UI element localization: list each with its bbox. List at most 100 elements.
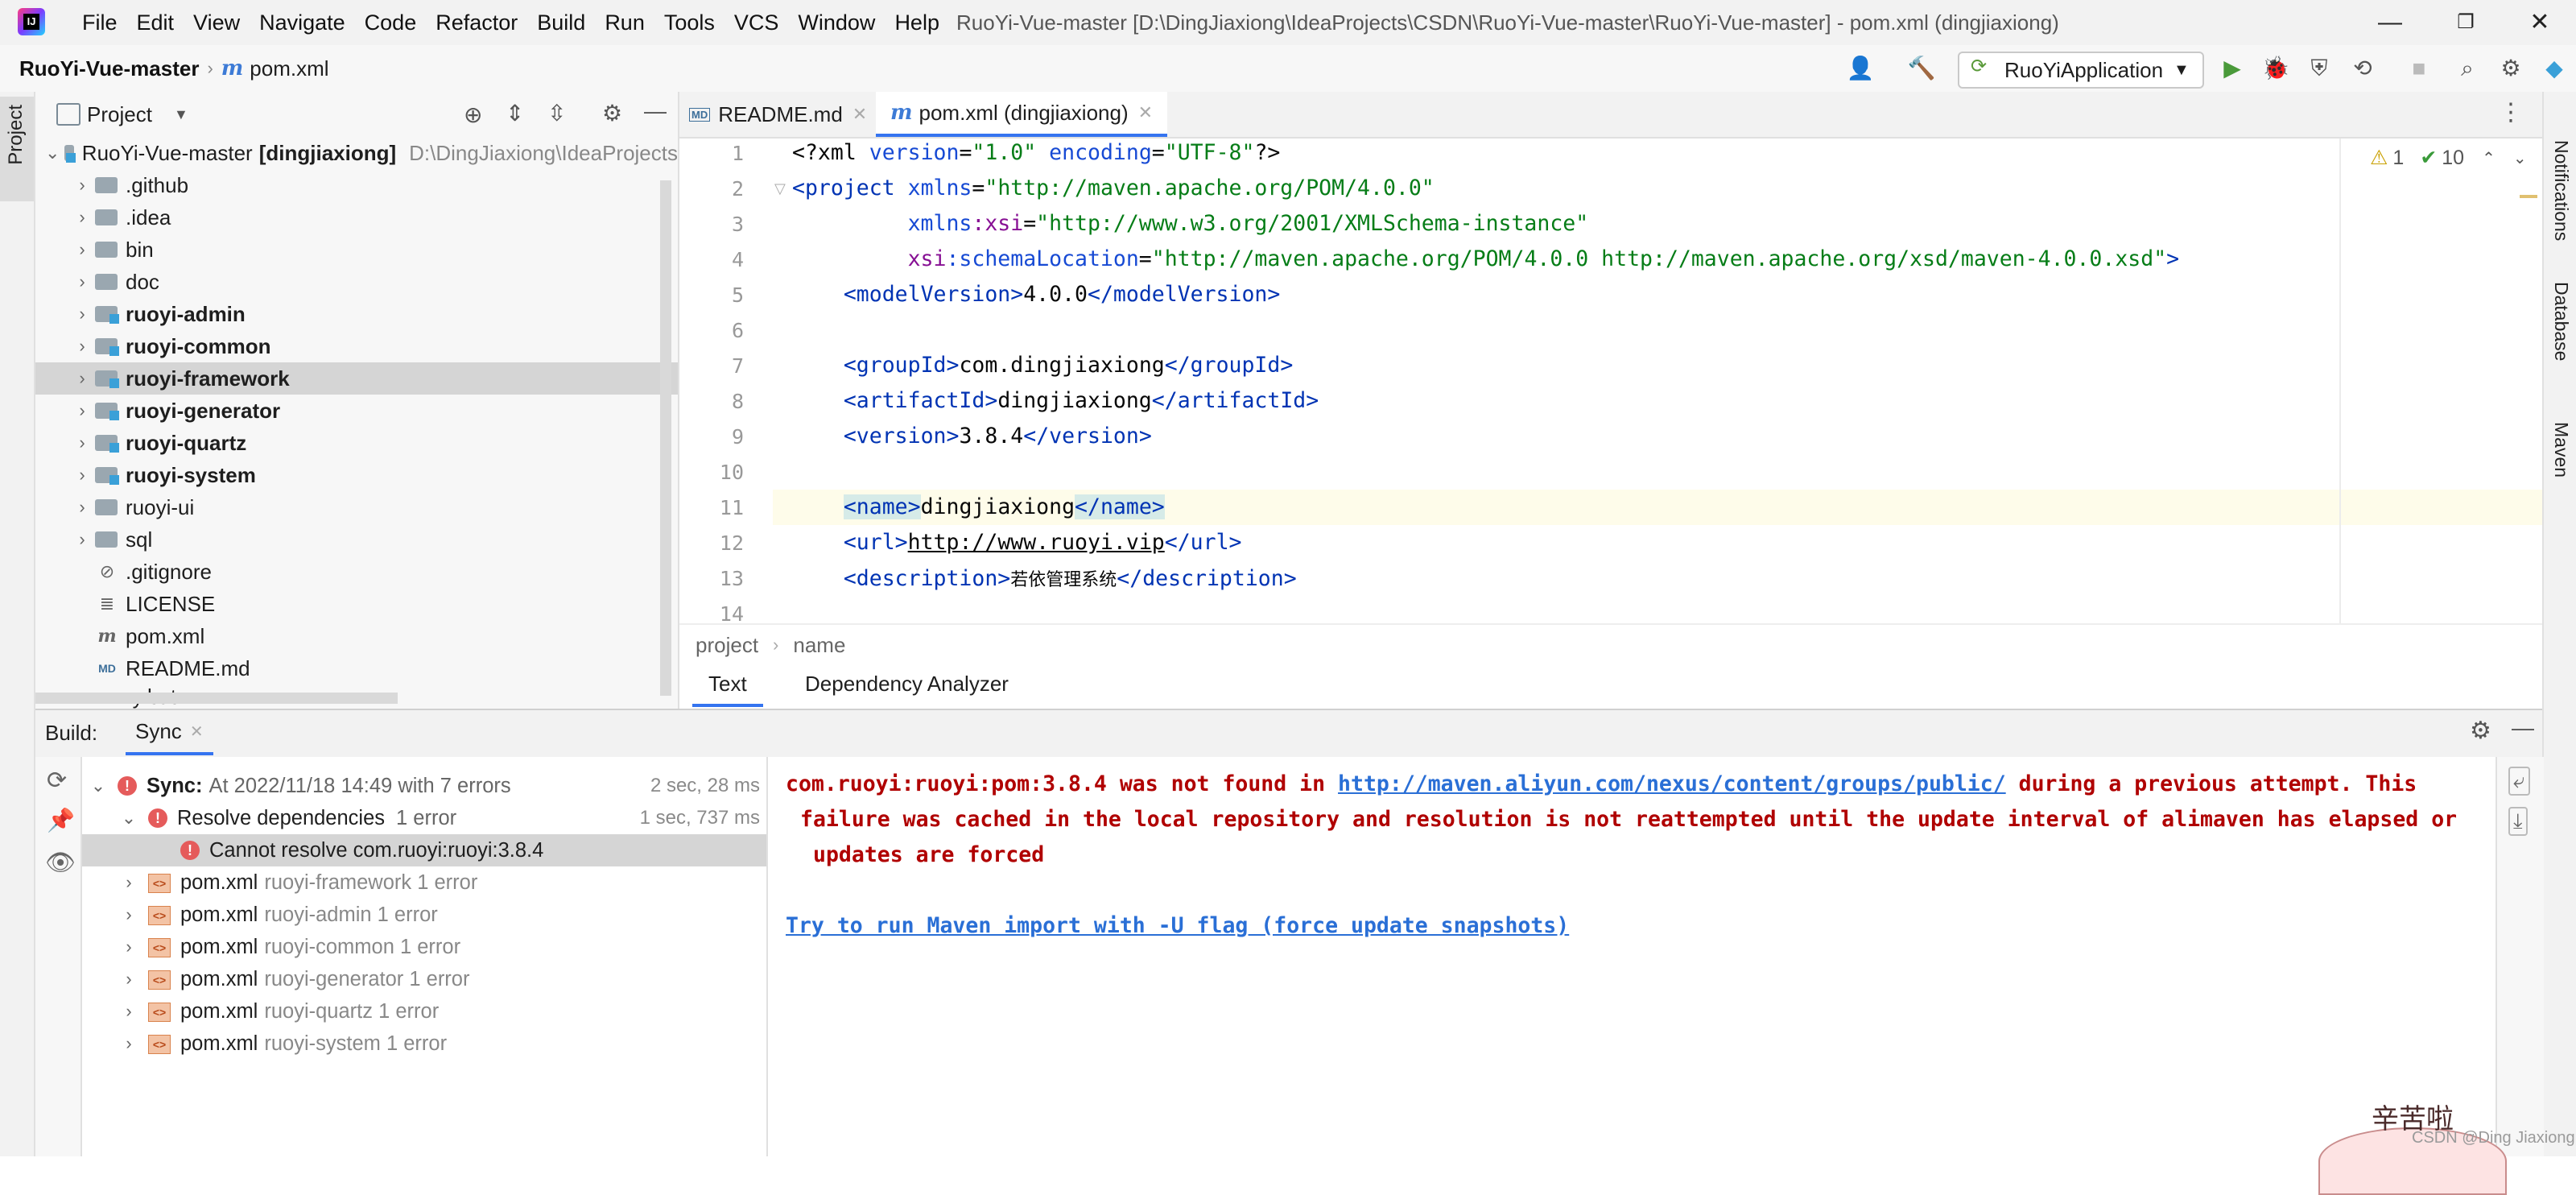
chevron-right-icon[interactable]: › bbox=[74, 304, 90, 325]
chevron-right-icon[interactable]: › bbox=[74, 432, 90, 453]
tree-row-pom-system[interactable]: › <> pom.xml ruoyi-system 1 error bbox=[82, 1028, 766, 1060]
menu-vcs[interactable]: VCS bbox=[724, 0, 789, 45]
tree-item-ruoyi-quartz[interactable]: › ruoyi-quartz bbox=[35, 427, 678, 459]
chevron-down-icon[interactable]: ⌄ bbox=[2513, 148, 2527, 168]
pin-icon[interactable]: 📌 bbox=[47, 807, 75, 833]
profile-icon[interactable]: ⟲ bbox=[2346, 52, 2380, 85]
tree-item-ruoyi-generator[interactable]: › ruoyi-generator bbox=[35, 395, 678, 427]
tree-item-bin[interactable]: › bin bbox=[35, 234, 678, 266]
soft-wrap-icon[interactable]: ⤶ bbox=[2508, 767, 2530, 796]
tab-readme[interactable]: MD README.md ✕ bbox=[689, 92, 867, 137]
tree-item-doc[interactable]: › doc bbox=[35, 266, 678, 298]
tree-row-pom-quartz[interactable]: › <> pom.xml ruoyi-quartz 1 error bbox=[82, 995, 766, 1028]
menu-navigate[interactable]: Navigate bbox=[250, 0, 355, 45]
tree-item-sql[interactable]: › sql bbox=[35, 523, 678, 556]
chevron-right-icon[interactable]: › bbox=[121, 904, 137, 925]
tree-item-readme[interactable]: MD README.md bbox=[35, 652, 678, 684]
chevron-up-icon[interactable]: ⌃ bbox=[2482, 148, 2496, 168]
vertical-scrollbar[interactable] bbox=[660, 180, 671, 696]
coverage-icon[interactable]: ⛨ bbox=[2302, 52, 2336, 85]
chevron-right-icon[interactable]: › bbox=[121, 937, 137, 957]
close-tab-icon[interactable]: ✕ bbox=[852, 104, 867, 125]
tree-row-pom-common[interactable]: › <> pom.xml ruoyi-common 1 error bbox=[82, 931, 766, 963]
chevron-right-icon[interactable]: › bbox=[74, 497, 90, 518]
chevron-right-icon[interactable]: › bbox=[121, 1001, 137, 1022]
menu-run[interactable]: Run bbox=[595, 0, 654, 45]
tree-item-ruoyi-common[interactable]: › ruoyi-common bbox=[35, 330, 678, 362]
settings-gear-icon[interactable]: ⚙ bbox=[2494, 52, 2528, 85]
tree-item-gitignore[interactable]: ⊘ .gitignore bbox=[35, 556, 678, 588]
project-tool-button[interactable]: Project bbox=[0, 97, 34, 201]
menu-tools[interactable]: Tools bbox=[654, 0, 724, 45]
restore-button[interactable]: ❐ bbox=[2429, 0, 2502, 45]
chevron-down-icon[interactable]: ⌄ bbox=[45, 143, 60, 163]
tree-row-pom-framework[interactable]: › <> pom.xml ruoyi-framework 1 error bbox=[82, 866, 766, 899]
chevron-right-icon[interactable]: › bbox=[74, 207, 90, 228]
expand-all-icon[interactable]: ⇕ bbox=[506, 100, 524, 126]
maven-tool-button[interactable]: Maven bbox=[2550, 422, 2572, 478]
search-icon[interactable]: ⌕ bbox=[2450, 52, 2484, 85]
breadcrumb-file[interactable]: pom.xml bbox=[250, 56, 328, 81]
toolbox-icon[interactable]: ◆ bbox=[2537, 52, 2571, 85]
tree-item-license[interactable]: ≣ LICENSE bbox=[35, 588, 678, 620]
tree-row-resolve-dependencies[interactable]: ⌄ ! Resolve dependencies 1 error 1 sec, … bbox=[82, 802, 766, 834]
chevron-right-icon[interactable]: › bbox=[74, 175, 90, 196]
maven-import-force-update-link[interactable]: Try to run Maven import with -U flag (fo… bbox=[786, 913, 1569, 938]
tree-root[interactable]: ⌄ RuoYi-Vue-master [dingjiaxiong] D:\Din… bbox=[35, 137, 678, 169]
chevron-right-icon[interactable]: › bbox=[74, 529, 90, 550]
menu-code[interactable]: Code bbox=[355, 0, 427, 45]
chevron-right-icon[interactable]: › bbox=[121, 1033, 137, 1054]
chevron-right-icon[interactable]: › bbox=[74, 465, 90, 486]
chevron-right-icon[interactable]: › bbox=[74, 336, 90, 357]
tree-row-sync[interactable]: ⌄ ! Sync: At 2022/11/18 14:49 with 7 err… bbox=[82, 770, 766, 802]
tree-item-ruoyi-system[interactable]: › ruoyi-system bbox=[35, 459, 678, 491]
code-editor[interactable]: 1 2 3 4 5 6 7 8 9 10 11 12 13 14 ▽ <?xml… bbox=[679, 139, 2542, 623]
tree-item-ruoyi-ui[interactable]: › ruoyi-ui bbox=[35, 491, 678, 523]
crumb-name[interactable]: name bbox=[793, 633, 845, 658]
chevron-down-icon[interactable]: ▼ bbox=[174, 92, 188, 137]
close-tab-icon[interactable]: ✕ bbox=[190, 722, 204, 742]
tree-item-github[interactable]: › .github bbox=[35, 169, 678, 201]
tree-item-idea[interactable]: › .idea bbox=[35, 201, 678, 234]
stop-icon[interactable]: ■ bbox=[2402, 52, 2436, 85]
close-window-button[interactable]: ✕ bbox=[2504, 0, 2576, 45]
build-console[interactable]: com.ruoyi:ruoyi:pom:3.8.4 was not found … bbox=[768, 757, 2496, 1156]
menu-refactor[interactable]: Refactor bbox=[426, 0, 527, 45]
tree-item-ruoyi-framework[interactable]: › ruoyi-framework bbox=[35, 362, 678, 395]
chevron-right-icon[interactable]: › bbox=[121, 872, 137, 893]
collapse-all-icon[interactable]: ⇳ bbox=[547, 100, 566, 126]
breadcrumb-project[interactable]: RuoYi-Vue-master bbox=[19, 56, 199, 81]
resync-icon[interactable]: ⟳ bbox=[47, 767, 67, 795]
fold-marker-icon[interactable]: ▽ bbox=[774, 180, 786, 197]
menu-file[interactable]: File bbox=[72, 0, 127, 45]
tab-text[interactable]: Text bbox=[692, 664, 763, 707]
hide-panel-icon[interactable]: — bbox=[2512, 715, 2534, 741]
menu-window[interactable]: Window bbox=[788, 0, 885, 45]
minimize-button[interactable]: — bbox=[2354, 0, 2426, 45]
chevron-right-icon[interactable]: › bbox=[74, 368, 90, 389]
tab-sync[interactable]: Sync ✕ bbox=[126, 710, 213, 755]
locate-file-icon[interactable]: ⊕ bbox=[464, 101, 482, 128]
close-tab-icon[interactable]: ✕ bbox=[1138, 102, 1153, 123]
chevron-right-icon[interactable]: › bbox=[74, 271, 90, 292]
notifications-tool-button[interactable]: Notifications bbox=[2550, 140, 2572, 241]
menu-view[interactable]: View bbox=[184, 0, 250, 45]
project-panel-title[interactable]: Project bbox=[87, 92, 152, 137]
inspections-widget[interactable]: ⚠ 1 ✔ 10 ⌃ ⌄ bbox=[2370, 145, 2527, 171]
build-hammer-icon[interactable]: 🔨 bbox=[1905, 52, 1938, 85]
run-icon[interactable]: ▶ bbox=[2215, 52, 2249, 85]
tab-pom[interactable]: m pom.xml (dingjiaxiong) ✕ bbox=[876, 92, 1168, 137]
tree-item-pom[interactable]: m pom.xml bbox=[35, 620, 678, 652]
run-configuration-select[interactable]: ⟳ RuoYiApplication ▼ bbox=[1958, 52, 2204, 89]
repository-link[interactable]: http://maven.aliyun.com/nexus/content/gr… bbox=[1338, 771, 2006, 796]
panel-options-gear-icon[interactable]: ⚙ bbox=[602, 100, 622, 126]
tab-dependency-analyzer[interactable]: Dependency Analyzer bbox=[795, 664, 1018, 704]
tree-row-cannot-resolve[interactable]: ! Cannot resolve com.ruoyi:ruoyi:3.8.4 bbox=[82, 834, 766, 866]
user-icon[interactable]: 👤 bbox=[1843, 52, 1877, 85]
menu-build[interactable]: Build bbox=[527, 0, 595, 45]
menu-help[interactable]: Help bbox=[885, 0, 949, 45]
chevron-down-icon[interactable]: ⌄ bbox=[90, 775, 106, 796]
chevron-down-icon[interactable]: ⌄ bbox=[121, 808, 137, 829]
chevron-right-icon[interactable]: › bbox=[74, 400, 90, 421]
scroll-to-end-icon[interactable]: ⤓ bbox=[2508, 807, 2528, 836]
